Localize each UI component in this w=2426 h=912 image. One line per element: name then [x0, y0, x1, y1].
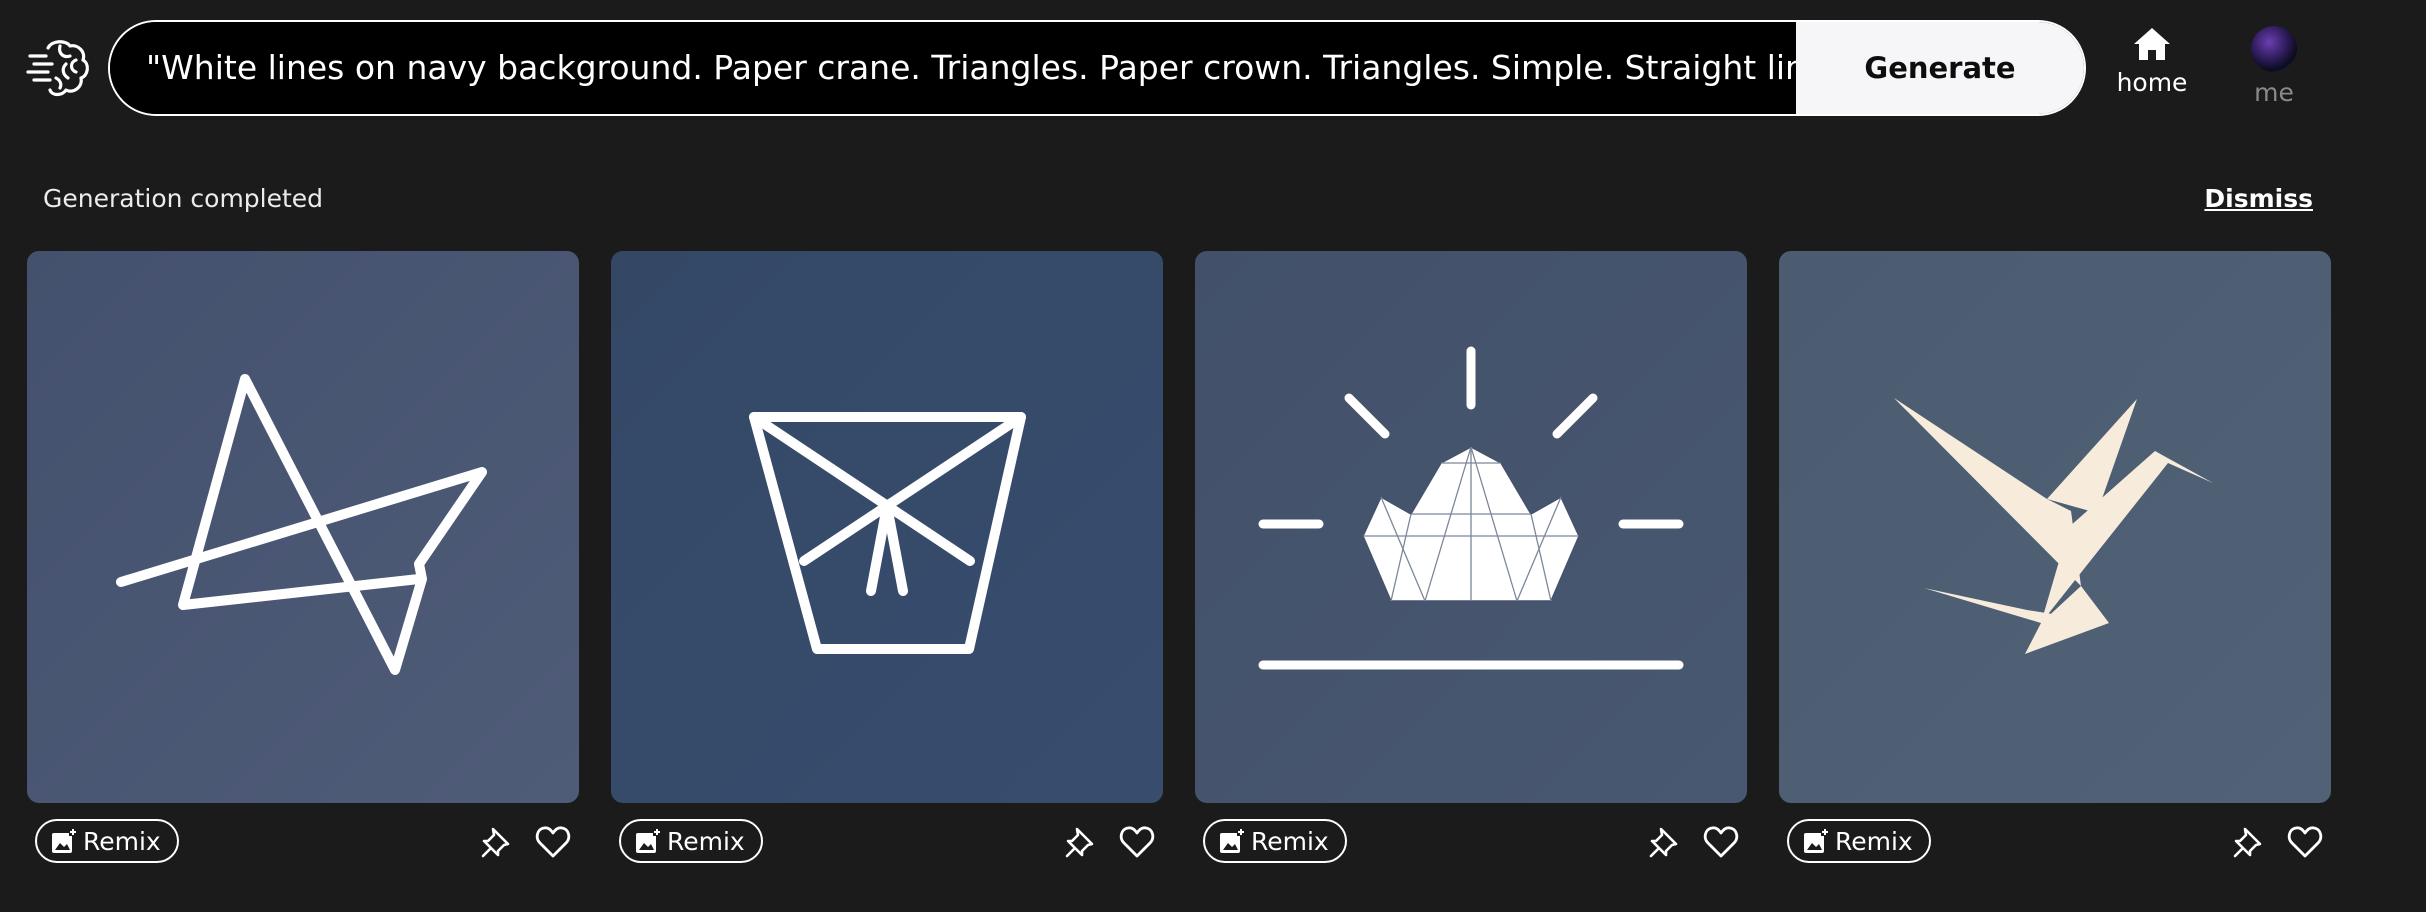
heart-icon[interactable] [1119, 825, 1155, 859]
add-image-icon [1220, 828, 1245, 853]
generated-image[interactable] [1779, 251, 2331, 803]
nav-home-label: home [2116, 68, 2188, 97]
card-actions: Remix [1195, 819, 1747, 867]
remix-label: Remix [1251, 826, 1329, 856]
pin-icon[interactable] [1648, 825, 1682, 859]
nav-me-label: me [2254, 78, 2294, 107]
add-image-icon [52, 828, 77, 853]
remix-label: Remix [667, 826, 745, 856]
add-image-icon [636, 828, 661, 853]
generated-image[interactable] [611, 251, 1163, 803]
nav-home[interactable]: home [2097, 26, 2207, 116]
card-actions: Remix [27, 819, 579, 867]
remix-button[interactable]: Remix [1787, 819, 1931, 863]
brain-speed-icon[interactable] [26, 34, 92, 100]
remix-button[interactable]: Remix [35, 819, 179, 863]
heart-icon[interactable] [1703, 825, 1739, 859]
result-card: Remix [27, 251, 579, 881]
result-card: Remix [1195, 251, 1747, 881]
generated-image[interactable] [27, 251, 579, 803]
result-card: Remix [611, 251, 1163, 881]
remix-label: Remix [83, 826, 161, 856]
card-actions: Remix [611, 819, 1163, 867]
result-card: Remix [1779, 251, 2331, 881]
status-message: Generation completed [43, 184, 324, 213]
top-bar: Generate home me [0, 0, 2426, 140]
pin-icon[interactable] [2232, 825, 2266, 859]
prompt-input[interactable] [110, 22, 1796, 114]
add-image-icon [1804, 828, 1829, 853]
dismiss-link[interactable]: Dismiss [2204, 184, 2313, 213]
home-icon [2134, 28, 2170, 60]
heart-icon[interactable] [535, 825, 571, 859]
results-grid: Remix Remix Remix Remix [27, 251, 2332, 881]
pin-icon[interactable] [1064, 825, 1098, 859]
remix-label: Remix [1835, 826, 1913, 856]
remix-button[interactable]: Remix [1203, 819, 1347, 863]
nav-me[interactable]: me [2219, 26, 2329, 116]
prompt-bar: Generate [108, 20, 2086, 116]
heart-icon[interactable] [2287, 825, 2323, 859]
pin-icon[interactable] [480, 825, 514, 859]
generated-image[interactable] [1195, 251, 1747, 803]
avatar [2251, 26, 2297, 72]
remix-button[interactable]: Remix [619, 819, 763, 863]
status-banner: Generation completed Dismiss [0, 180, 2340, 224]
card-actions: Remix [1779, 819, 2331, 867]
generate-button[interactable]: Generate [1796, 22, 2084, 114]
